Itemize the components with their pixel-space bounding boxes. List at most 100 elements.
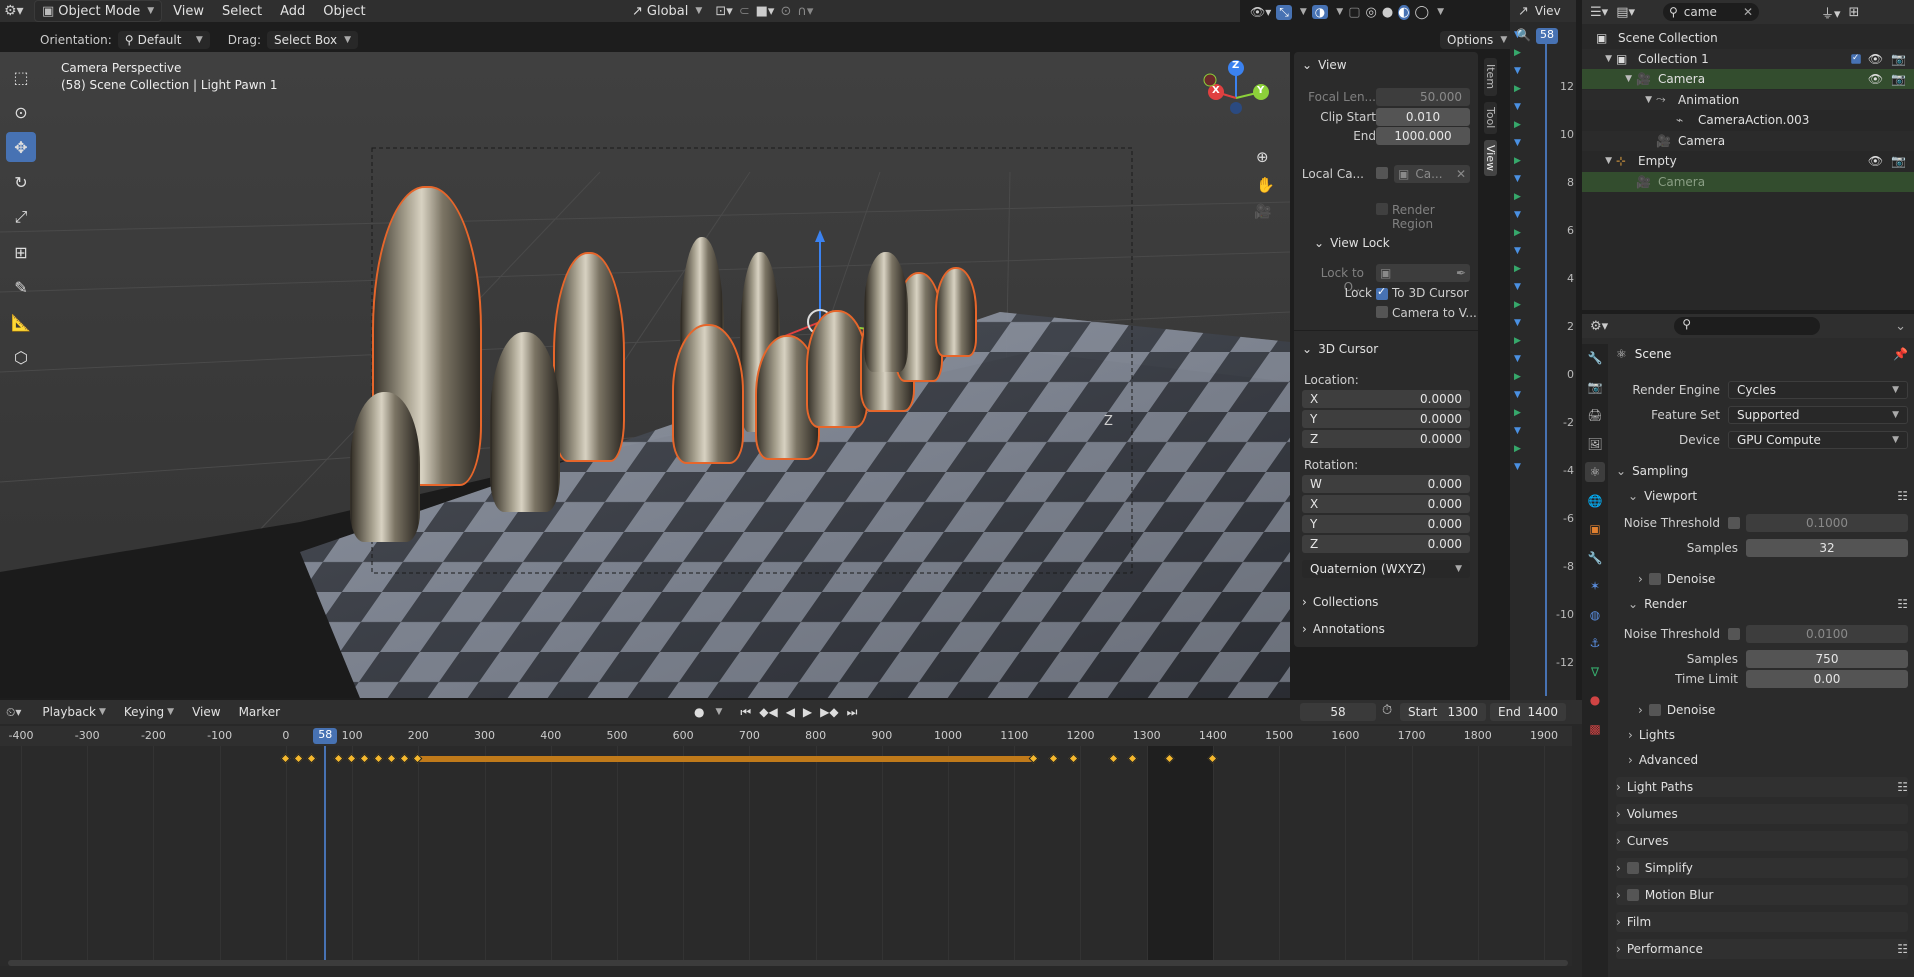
falloff-icon[interactable]: ∩▾ (797, 4, 813, 19)
object-icon[interactable]: ▣ (1585, 519, 1605, 539)
scene-icon[interactable]: ⚛ (1585, 462, 1605, 482)
current-frame-field[interactable]: 58 (1300, 703, 1376, 721)
navigation-gizmo[interactable]: Z Y X (1196, 58, 1276, 138)
channel-row[interactable]: ▶ (1514, 370, 1532, 384)
presets-list-icon[interactable]: ☷ (1897, 942, 1908, 956)
render-icon[interactable]: 📷 (1585, 377, 1605, 397)
constraints-icon[interactable]: ⚓ (1585, 633, 1605, 653)
focal-length-field[interactable]: 50.000 (1376, 88, 1470, 106)
solid-shading-icon[interactable]: ● (1382, 5, 1393, 20)
wireframe-shading-icon[interactable]: ◎ (1366, 5, 1377, 20)
properties-options-icon[interactable]: ⌄ (1895, 319, 1906, 334)
clip-end-field[interactable]: 1000.000 (1376, 127, 1470, 145)
keyframe-diamond[interactable] (399, 753, 410, 764)
playhead-badge[interactable]: 58 (313, 728, 338, 744)
new-collection-icon[interactable]: ⊞ (1849, 5, 1860, 20)
channel-row[interactable]: ▶ (1514, 46, 1532, 60)
options-dropdown[interactable]: Options ▼ (1440, 31, 1515, 49)
properties-panel-header[interactable]: › Motion Blur (1616, 885, 1908, 905)
view-layer-icon[interactable]: 🖼 (1585, 434, 1605, 454)
eye-icon[interactable]: 👁 (1868, 72, 1883, 86)
presets-list-icon[interactable]: ☷ (1897, 489, 1908, 503)
texture-icon[interactable]: ▩ (1585, 719, 1605, 739)
panel-enable-checkbox[interactable] (1626, 889, 1639, 901)
orientation-dropdown[interactable]: ⚲ Default ▼ (117, 31, 210, 49)
next-keyframe-icon[interactable]: ▶◆ (820, 705, 838, 719)
view-lock-header[interactable]: ⌄ View Lock (1314, 236, 1390, 250)
vp-denoise-checkbox[interactable] (1648, 573, 1661, 585)
properties-panel-header[interactable]: › Curves (1616, 831, 1908, 851)
tab-tool[interactable]: Tool (1484, 102, 1497, 134)
menu-playback[interactable]: Playback ▼ (35, 701, 112, 723)
properties-panel-header[interactable]: › Volumes (1616, 804, 1908, 824)
channel-row[interactable]: ▼ (1514, 316, 1532, 330)
material-shading-icon[interactable]: ◐ (1398, 4, 1410, 20)
channel-row[interactable]: ▼ (1514, 136, 1532, 150)
channel-row[interactable]: ▼ (1514, 64, 1532, 78)
cursor-loc-y[interactable]: Y 0.0000 (1302, 410, 1470, 428)
properties-panel-header[interactable]: › Film (1616, 912, 1908, 932)
rendered-shading-icon[interactable]: ◯ (1415, 5, 1430, 20)
lock-to-3d-cursor-checkbox[interactable] (1376, 285, 1388, 300)
stopwatch-icon[interactable]: ⏱ (1382, 703, 1392, 718)
eye-icon[interactable]: 👁 (1868, 52, 1883, 66)
device-dropdown[interactable]: GPU Compute ▼ (1728, 431, 1908, 449)
record-icon[interactable]: ● (694, 705, 704, 719)
outliner-search-input[interactable]: ⚲ came ✕ (1663, 3, 1759, 21)
render-samples-field[interactable]: 750 (1746, 650, 1908, 668)
channel-row[interactable]: ▶ (1514, 82, 1532, 96)
cursor-rot-z[interactable]: Z 0.000 (1302, 535, 1470, 553)
outliner-row[interactable]: ▼ ⊹ Empty 👁 📷 (1582, 151, 1914, 171)
render-camera-icon[interactable]: 📷 (1891, 154, 1906, 168)
tab-item[interactable]: Item (1484, 58, 1497, 96)
cursor-loc-x[interactable]: X 0.0000 (1302, 390, 1470, 408)
outliner-row[interactable]: 🎥 Camera (1582, 171, 1914, 192)
clip-start-field[interactable]: 0.010 (1376, 108, 1470, 126)
vp-noise-checkbox[interactable] (1728, 517, 1740, 529)
keyframe-diamond[interactable] (1127, 753, 1138, 764)
channel-row[interactable]: ▶ (1514, 262, 1532, 276)
render-denoise-checkbox[interactable] (1648, 704, 1661, 716)
render-engine-dropdown[interactable]: Cycles ▼ (1728, 381, 1908, 399)
clear-icon[interactable]: ✕ (1456, 167, 1466, 181)
channel-row[interactable]: ▶ (1514, 190, 1532, 204)
editor-type-icon[interactable]: ⚙▾ (4, 3, 30, 19)
keyframe-diamond[interactable] (1068, 753, 1079, 764)
pin-icon[interactable]: 📌 (1893, 347, 1908, 361)
channel-row[interactable]: ▼ (1514, 388, 1532, 402)
select-box-icon[interactable]: ⬚ (6, 62, 36, 92)
play-reverse-icon[interactable]: ◀ (786, 705, 795, 719)
outliner-row[interactable]: ▣ Scene Collection (1582, 28, 1914, 48)
channel-row[interactable]: ▼ (1514, 460, 1532, 474)
panel-view-header[interactable]: ⌄ View (1302, 58, 1347, 72)
channel-row[interactable]: ▼ (1514, 208, 1532, 222)
viewport-subpanel-header[interactable]: ⌄ Viewport ☷ (1616, 486, 1908, 506)
panel-collections-header[interactable]: › Collections (1302, 595, 1378, 609)
menu-select[interactable]: Select (215, 0, 269, 22)
jump-start-icon[interactable]: ⏮ (740, 705, 751, 720)
render-denoise-header[interactable]: › Denoise (1616, 700, 1908, 720)
mode-dropdown[interactable]: ▣ Object Mode ▼ (34, 0, 163, 22)
eyedropper-icon[interactable]: ✒ (1456, 266, 1466, 280)
panel-annotations-header[interactable]: › Annotations (1302, 622, 1385, 636)
channel-row[interactable]: ▼ (1514, 280, 1532, 294)
frame-ruler[interactable]: -400 -300 -200 -100 0 100 200 300 400 500 600 700 80… (0, 726, 1572, 746)
keyframe-diamond[interactable] (386, 753, 397, 764)
snap-icon[interactable]: ⊂ (739, 4, 750, 19)
transform-tool-icon[interactable]: ⊞ (6, 237, 36, 267)
move-tool-icon[interactable]: ✥ (6, 132, 36, 162)
outliner-row[interactable]: ⌁ CameraAction.003 (1582, 110, 1914, 130)
cursor-tool-icon[interactable]: ⊙ (6, 97, 36, 127)
local-camera-checkbox[interactable] (1376, 167, 1388, 179)
chess-pawn[interactable] (553, 252, 625, 462)
outliner-row[interactable]: ▼▣Collection 1👁📷 (1582, 48, 1914, 69)
scale-tool-icon[interactable]: ⤢ (6, 202, 36, 232)
render-noise-checkbox[interactable] (1728, 628, 1740, 640)
timeline-scrollbar[interactable] (8, 960, 1568, 966)
channel-row[interactable]: ▶ (1514, 334, 1532, 348)
channel-row[interactable]: ▶ (1514, 442, 1532, 456)
channel-row[interactable]: ▶ (1514, 154, 1532, 168)
cursor-loc-z[interactable]: Z 0.0000 (1302, 430, 1470, 448)
menu-timeline-view[interactable]: View (185, 701, 227, 723)
channel-row[interactable]: ▶ (1514, 406, 1532, 420)
